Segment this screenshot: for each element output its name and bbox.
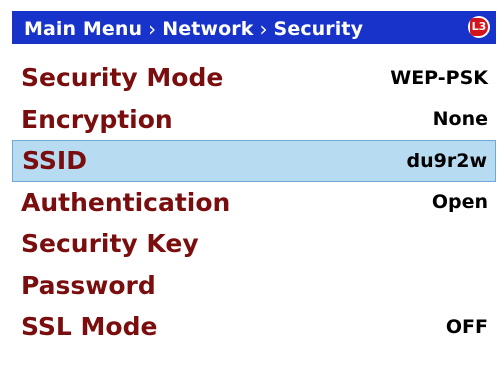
menu-item-label: Security Mode (21, 63, 224, 93)
breadcrumb: Main Menu › Network › Security (24, 16, 364, 41)
menu-item-encryption[interactable]: Encryption None (12, 99, 496, 141)
logo-text: L3 (470, 18, 488, 36)
menu-item-label: SSL Mode (21, 312, 158, 342)
breadcrumb-security: Security (273, 17, 364, 40)
menu-item-security-key[interactable]: Security Key (12, 223, 496, 265)
menu-item-label: SSID (22, 146, 87, 176)
menu-item-password[interactable]: Password (12, 265, 496, 307)
breadcrumb-separator-icon: › (148, 16, 157, 41)
menu-item-value: OFF (445, 315, 488, 338)
l3-logo-icon: L3 (468, 16, 490, 38)
breadcrumb-main-menu[interactable]: Main Menu (24, 18, 142, 40)
menu-item-value: WEP-PSK (390, 66, 488, 89)
menu-item-label: Security Key (21, 229, 199, 259)
menu-item-value: None (432, 108, 488, 131)
menu-item-ssl-mode[interactable]: SSL Mode OFF (12, 306, 496, 348)
menu-item-label: Encryption (21, 104, 173, 134)
menu-item-ssid[interactable]: SSID du9r2w (12, 140, 496, 182)
menu-item-label: Authentication (21, 187, 231, 217)
title-bar: Main Menu › Network › Security L3 (12, 11, 496, 44)
security-menu: Security Mode WEP-PSK Encryption None SS… (12, 57, 496, 348)
breadcrumb-separator-icon: › (259, 16, 268, 41)
device-screen: Main Menu › Network › Security L3 Security M… (0, 0, 504, 383)
menu-item-value: du9r2w (406, 149, 488, 172)
menu-item-authentication[interactable]: Authentication Open (12, 182, 496, 224)
breadcrumb-network[interactable]: Network (162, 18, 253, 40)
menu-item-security-mode[interactable]: Security Mode WEP-PSK (12, 57, 496, 99)
menu-item-label: Password (21, 270, 156, 300)
menu-item-value: Open (431, 191, 488, 214)
